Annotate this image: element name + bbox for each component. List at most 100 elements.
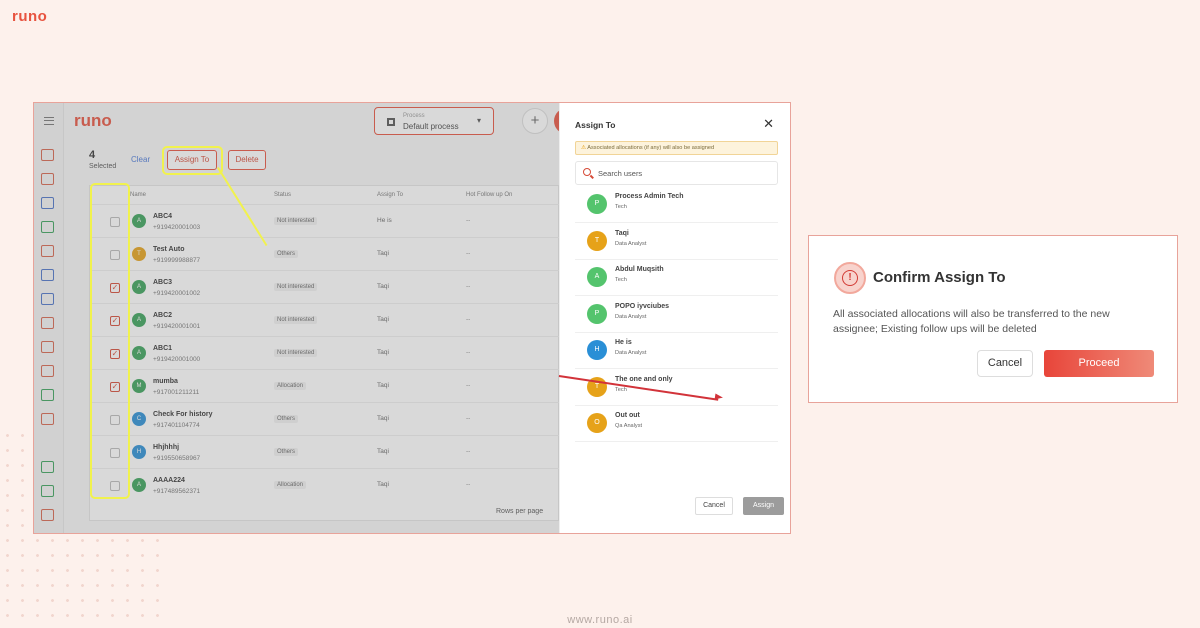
exclamation-icon: ! (842, 270, 858, 286)
row-status: Not interested (274, 316, 318, 324)
user-role: Data Analyst (615, 313, 647, 320)
row-follow-up: -- (466, 316, 471, 323)
allocation-warning: ⚠ Associated allocations (if any) will a… (575, 141, 778, 155)
dialog-title: Confirm Assign To (873, 269, 1006, 286)
app-logo: runo (74, 111, 112, 130)
delete-button[interactable]: Delete (228, 150, 266, 170)
confirm-assign-dialog: ! Confirm Assign To All associated alloc… (808, 235, 1178, 403)
whatsapp-icon[interactable] (41, 461, 54, 473)
row-follow-up: -- (466, 217, 471, 224)
user-list-item[interactable]: H He is Data Analyst (575, 333, 778, 369)
team-icon[interactable] (41, 389, 54, 401)
dashboard-icon[interactable] (41, 149, 54, 161)
row-phone: +917401104774 (153, 422, 200, 429)
campaign-icon[interactable] (41, 365, 54, 377)
row-status: Others (274, 250, 299, 258)
row-name[interactable]: AAAA224 (153, 477, 185, 484)
row-phone: +917001211211 (153, 389, 200, 396)
user-role: Data Analyst (615, 350, 647, 356)
row-name[interactable]: mumba (153, 378, 178, 385)
column-header-status: Status (274, 192, 292, 198)
row-name[interactable]: ABC4 (153, 213, 172, 220)
table-row[interactable]: ✓ A ABC1 +919420001000 Not interested Taqi -- (90, 336, 560, 369)
table-row[interactable]: ✓ A ABC3 +919420001002 Not interested Taqi -- (90, 270, 560, 303)
row-phone: +919420001003 (153, 224, 201, 231)
main-app-area: runo Process Default process ▾ + 4 Selec… (34, 103, 580, 533)
table-row[interactable]: H Hhjhhhj +919550658967 Others Taqi -- (90, 435, 560, 468)
process-selector[interactable]: Process Default process ▾ (374, 107, 494, 135)
user-list-item[interactable]: O Out out Qa Analyst (575, 406, 778, 442)
user-avatar: P (587, 194, 607, 214)
user-list-item[interactable]: T The one and only Tech (575, 370, 778, 406)
integration-icon[interactable] (41, 485, 54, 497)
calls-icon[interactable] (41, 293, 54, 305)
user-role: Data Analyst (615, 240, 647, 247)
dialog-message: All associated allocations will also be … (833, 308, 1110, 335)
hamburger-menu-icon[interactable] (44, 117, 54, 125)
row-avatar: A (132, 346, 146, 360)
user-list-item[interactable]: P Process Admin Tech Tech (575, 187, 778, 223)
row-phone: +919550658967 (153, 455, 201, 462)
table-row[interactable]: A ABC4 +919420001003 Not interested He is -- (90, 204, 560, 237)
user-role: Qa Analyst (615, 423, 643, 429)
highlight-assign-button (162, 146, 223, 175)
table-row[interactable]: T Test Auto +919999988877 Others Taqi -- (90, 237, 560, 270)
drawer-cancel-button[interactable]: Cancel (695, 497, 733, 515)
tasks-icon[interactable] (41, 221, 54, 233)
row-name[interactable]: Hhjhhhj (153, 444, 179, 451)
drawer-assign-button[interactable]: Assign (743, 497, 784, 515)
row-assignee: Taqi (377, 448, 389, 455)
dialog-cancel-button[interactable]: Cancel (977, 350, 1033, 377)
row-name[interactable]: ABC1 (153, 345, 172, 352)
user-role: Tech (615, 386, 627, 393)
row-avatar: T (132, 247, 146, 261)
analytics-icon[interactable] (41, 413, 54, 425)
row-follow-up: -- (466, 415, 471, 422)
selected-label: Selected (89, 163, 117, 170)
row-name[interactable]: Check For history (153, 411, 213, 418)
user-list-item[interactable]: A Abdul Muqsith Tech (575, 260, 778, 296)
row-status: Allocation (274, 382, 307, 390)
reports-icon[interactable] (41, 245, 54, 257)
leads-icon[interactable] (41, 173, 54, 185)
close-icon[interactable]: ✕ (763, 116, 774, 132)
add-button[interactable]: + (522, 108, 548, 134)
search-users-input[interactable]: Search users (575, 161, 778, 185)
proceed-button[interactable]: Proceed (1044, 350, 1154, 377)
warning-text: Associated allocations (if any) will als… (587, 145, 715, 151)
user-avatar: T (587, 230, 607, 251)
user-list-item[interactable]: T Taqi Data Analyst (575, 224, 778, 260)
table-row[interactable]: ✓ Mmumba +917001211211 Allocation Taqi -- (90, 369, 560, 402)
row-avatar: A (132, 313, 146, 327)
table-row[interactable]: A AAAA224 +917489562371 Allocation Taqi -- (90, 468, 560, 501)
customers-icon[interactable] (41, 197, 54, 209)
user-name: POPO iyvciubes (615, 302, 670, 310)
user-name: Taqi (615, 229, 629, 237)
column-header-follow-up: Hot Follow up On (466, 192, 513, 198)
user-name: Process Admin Tech (615, 193, 684, 200)
table-row[interactable]: C Check For history +917401104774 Others Taq… (90, 402, 560, 435)
table-row[interactable]: ✓ A ABC2 +919420001001 Not interested Taqi -- (90, 303, 560, 336)
left-sidebar (34, 103, 64, 533)
clear-selection-button[interactable]: Clear (131, 155, 150, 164)
row-follow-up: -- (466, 481, 471, 488)
row-name[interactable]: ABC2 (153, 312, 172, 319)
row-name[interactable]: Test Auto (153, 246, 185, 253)
row-name[interactable]: ABC3 (153, 279, 172, 286)
row-status: Not interested (274, 283, 318, 291)
row-status: Others (274, 415, 299, 423)
row-status: Allocation (274, 481, 307, 489)
mail-icon[interactable] (41, 509, 54, 521)
app-screenshot: runo Process Default process ▾ + 4 Selec… (33, 102, 791, 534)
calendar-icon[interactable] (41, 269, 54, 281)
user-name: He is (615, 339, 632, 346)
schedule-icon[interactable] (41, 317, 54, 329)
forms-icon[interactable] (41, 341, 54, 353)
row-assignee: He is (377, 217, 392, 224)
row-phone: +919420001000 (153, 356, 201, 363)
user-list-item[interactable]: P POPO iyvciubes Data Analyst (575, 297, 778, 333)
row-assignee: Taqi (377, 382, 389, 389)
alert-icon: ! (834, 262, 866, 294)
row-phone: +917489562371 (153, 488, 201, 495)
row-status: Others (274, 448, 299, 456)
